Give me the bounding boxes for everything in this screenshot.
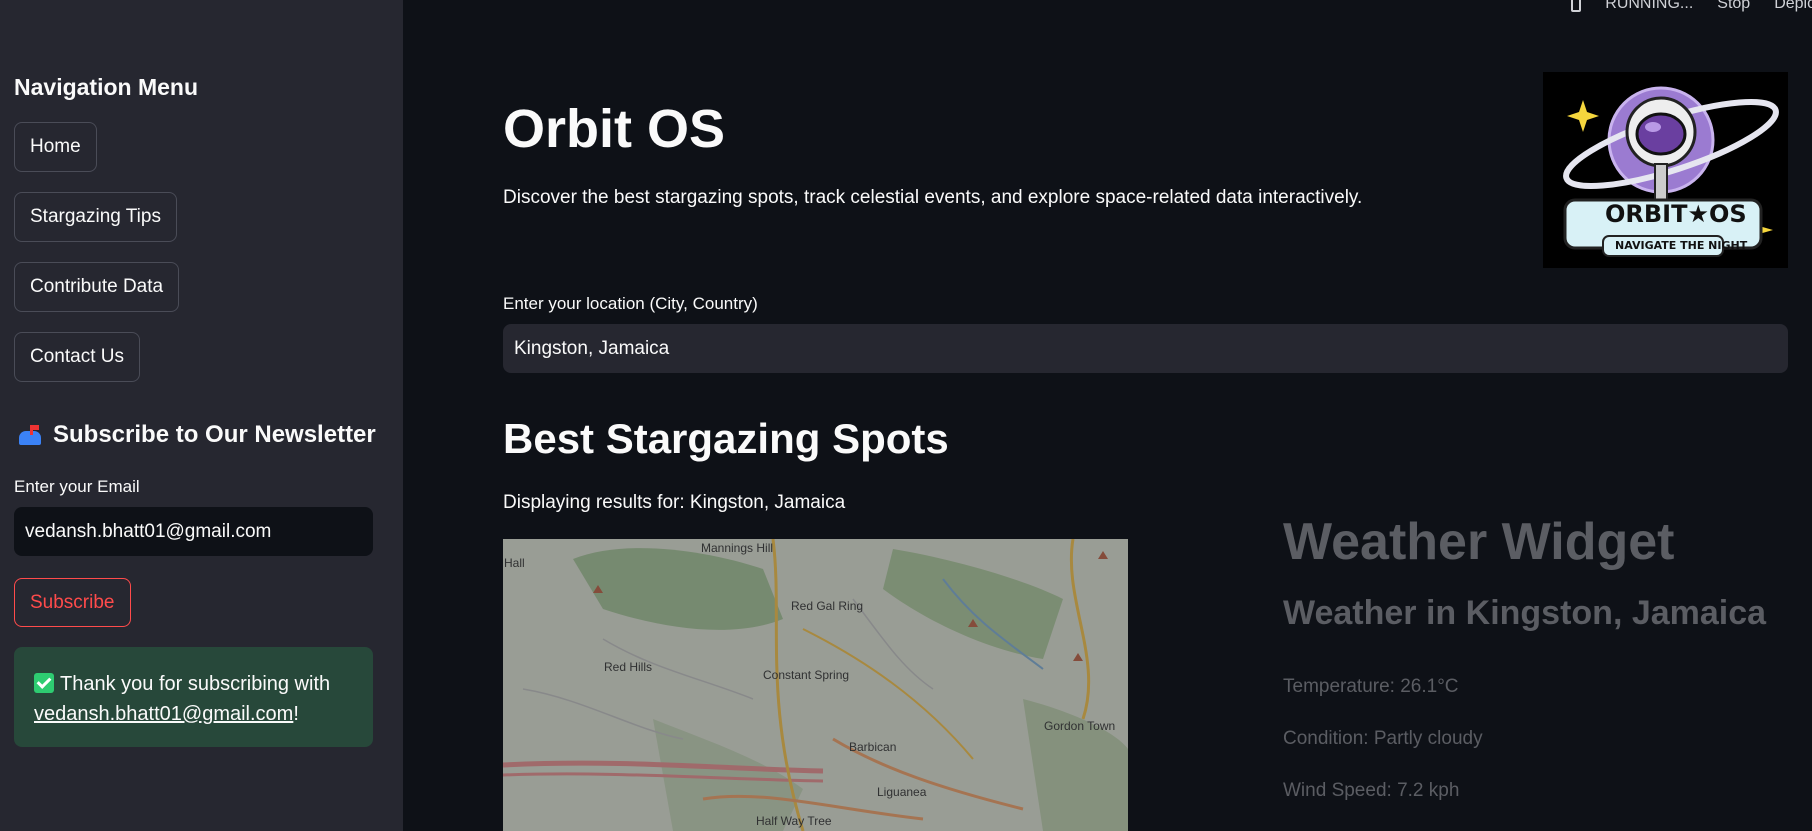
location-input[interactable]: [503, 324, 1788, 373]
sidebar-title: Navigation Menu: [14, 74, 199, 100]
page-title: Orbit OS: [503, 99, 726, 159]
app-root: Navigation Menu Home Stargazing Tips Con…: [0, 0, 1812, 831]
success-text: Thank you for subscribing with: [60, 673, 331, 695]
stargazing-spots-title: Best Stargazing Spots: [503, 415, 949, 462]
stargazing-map[interactable]: Mannings Hill Red Gal Ring Red Hills Con…: [503, 539, 1128, 831]
nav-button-contact-us[interactable]: Contact Us: [14, 332, 140, 382]
deploy-button[interactable]: Deploy: [1774, 0, 1812, 13]
weather-wind: Wind Speed: 7.2 kph: [1283, 780, 1460, 801]
top-bar: RUNNING... Stop Deploy: [1571, 0, 1812, 15]
logo-text: ORBIT★OS: [1605, 200, 1747, 228]
email-input[interactable]: [14, 507, 373, 556]
location-label: Enter your location (City, Country): [503, 294, 758, 313]
map-label: Constant Spring: [763, 668, 850, 682]
success-email-link[interactable]: vedansh.bhatt01@gmail.com: [34, 703, 293, 725]
sidebar: Navigation Menu Home Stargazing Tips Con…: [0, 0, 403, 831]
email-label: Enter your Email: [14, 477, 140, 496]
success-suffix: !: [293, 703, 299, 725]
check-icon: [34, 673, 54, 693]
map-label: Barbican: [849, 740, 897, 754]
newsletter-title: Subscribe to Our Newsletter: [53, 421, 376, 448]
nav-button-home[interactable]: Home: [14, 122, 97, 172]
status-text: RUNNING...: [1605, 0, 1694, 12]
map-label: Half Way Tree: [756, 814, 832, 828]
map-tiles: [503, 539, 1128, 831]
nav-button-contribute-data[interactable]: Contribute Data: [14, 262, 180, 312]
weather-condition: Condition: Partly cloudy: [1283, 728, 1483, 749]
map-label: Hall: [504, 556, 525, 570]
map-label: Red Hills: [604, 660, 653, 674]
mailbox-icon: [18, 423, 43, 448]
orbit-os-logo: ORBIT★OS NAVIGATE THE NIGHT: [1543, 72, 1788, 268]
weather-title: Weather Widget: [1283, 513, 1675, 571]
newsletter-header: Subscribe to Our Newsletter: [18, 421, 376, 449]
logo-tagline: NAVIGATE THE NIGHT: [1615, 239, 1748, 252]
nav-button-stargazing-tips[interactable]: Stargazing Tips: [14, 192, 177, 242]
map-label: Mannings Hill: [701, 541, 774, 555]
results-text: Displaying results for: Kingston, Jamaic…: [503, 492, 846, 513]
weather-temperature: Temperature: 26.1°C: [1283, 676, 1459, 697]
map-label: Liguanea: [877, 785, 927, 799]
map-label: Gordon Town: [1044, 719, 1116, 733]
stop-button[interactable]: Stop: [1717, 0, 1750, 13]
weather-widget: Weather Widget Weather in Kingston, Jama…: [1283, 512, 1767, 801]
page-subtitle: Discover the best stargazing spots, trac…: [503, 187, 1363, 208]
map-label: Red Gal Ring: [791, 599, 864, 613]
running-icon: [1571, 0, 1582, 12]
subscribe-button[interactable]: Subscribe: [14, 578, 131, 627]
weather-location: Weather in Kingston, Jamaica: [1283, 594, 1767, 632]
success-message: Thank you for subscribing with vedansh.bh…: [14, 647, 373, 747]
